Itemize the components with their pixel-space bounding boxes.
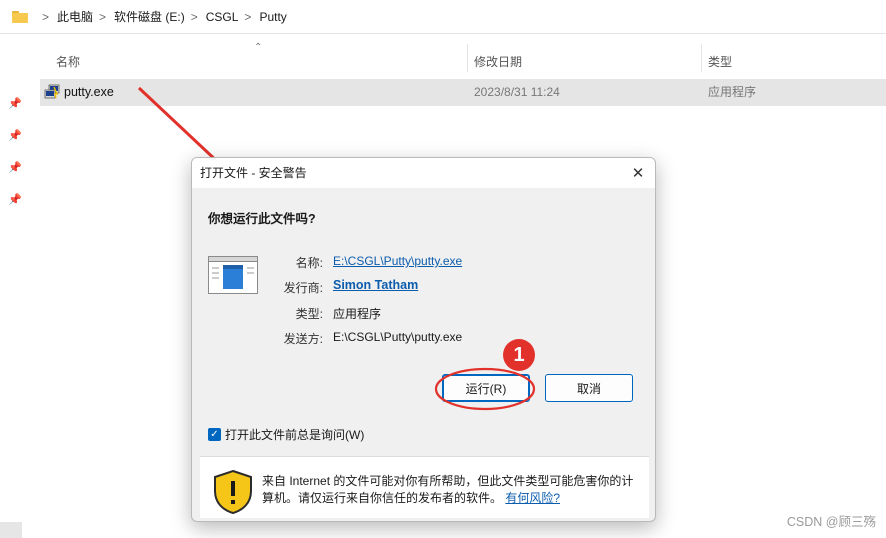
- pin-icon[interactable]: 📌: [8, 98, 22, 110]
- close-icon[interactable]: ✕: [621, 158, 655, 188]
- breadcrumb-this-pc[interactable]: 此电脑: [57, 8, 93, 25]
- always-ask-checkbox-row[interactable]: ✓ 打开此文件前总是询问(W): [208, 426, 364, 443]
- always-ask-label[interactable]: 打开此文件前总是询问(W): [225, 426, 364, 443]
- dialog-titlebar[interactable]: 打开文件 - 安全警告 ✕: [192, 158, 655, 188]
- column-header-type[interactable]: 类型: [708, 44, 732, 78]
- column-divider[interactable]: [701, 44, 702, 72]
- breadcrumb-drive-e[interactable]: 软件磁盘 (E:): [114, 8, 185, 25]
- file-date: 2023/8/31 11:24: [474, 85, 560, 99]
- breadcrumb-chevron-icon: >: [99, 9, 107, 24]
- publisher-label: 发行商:: [283, 281, 323, 295]
- type-label: 类型:: [295, 307, 323, 321]
- column-header-name[interactable]: 名称: [56, 44, 80, 78]
- checkbox-checked-icon[interactable]: ✓: [208, 428, 221, 441]
- pin-icon[interactable]: 📌: [8, 130, 22, 142]
- security-warning-dialog: 打开文件 - 安全警告 ✕ 你想运行此文件吗? 名称: E:\CSGL\Putt…: [191, 157, 656, 522]
- quick-access-strip: 📌 📌 📌 📌: [0, 34, 30, 538]
- from-label: 发送方:: [283, 332, 323, 346]
- file-row-putty[interactable]: putty.exe 2023/8/31 11:24 应用程序: [40, 79, 886, 106]
- type-value: 应用程序: [333, 307, 382, 321]
- column-header-date[interactable]: 修改日期: [474, 44, 522, 78]
- nav-selected-item[interactable]: [0, 522, 22, 538]
- breadcrumb-chevron-icon: >: [244, 9, 252, 24]
- breadcrumb-csgl[interactable]: CSGL: [206, 10, 239, 24]
- name-label: 名称:: [295, 256, 323, 270]
- file-name[interactable]: putty.exe: [64, 79, 114, 106]
- warning-message: 来自 Internet 的文件可能对你有所帮助，但此文件类型可能危害你的计算机。…: [262, 474, 634, 505]
- watermark: CSDN @顾三殇: [786, 515, 876, 529]
- breadcrumb-chevron-icon: >: [190, 9, 198, 24]
- sort-ascending-icon: ⌃: [254, 42, 263, 53]
- column-divider[interactable]: [467, 44, 468, 72]
- run-question: 你想运行此文件吗?: [208, 212, 316, 226]
- file-type: 应用程序: [708, 85, 757, 99]
- publisher-link[interactable]: Simon Tatham: [333, 278, 418, 292]
- warning-panel: 来自 Internet 的文件可能对你有所帮助，但此文件类型可能危害你的计算机。…: [200, 456, 649, 518]
- cancel-button[interactable]: 取消: [545, 374, 633, 402]
- address-bar[interactable]: > 此电脑 > 软件磁盘 (E:) > CSGL > Putty: [0, 0, 886, 34]
- from-value: E:\CSGL\Putty\putty.exe: [333, 330, 463, 344]
- pin-icon[interactable]: 📌: [8, 162, 22, 174]
- folder-icon: [12, 10, 28, 23]
- what-is-the-risk-link[interactable]: 有何风险?: [505, 491, 560, 505]
- name-link[interactable]: E:\CSGL\Putty\putty.exe: [333, 254, 462, 268]
- warning-text: 来自 Internet 的文件可能对你有所帮助，但此文件类型可能危害你的计算机。…: [262, 473, 642, 507]
- breadcrumb-chevron-icon: >: [42, 9, 50, 24]
- annotation-ellipse: [434, 367, 536, 411]
- shield-warning-icon: [214, 469, 252, 515]
- breadcrumb-putty[interactable]: Putty: [259, 10, 286, 24]
- application-window-icon: [208, 256, 258, 294]
- pin-icon[interactable]: 📌: [8, 194, 22, 206]
- dialog-title: 打开文件 - 安全警告: [200, 166, 307, 180]
- annotation-badge: 1: [503, 339, 535, 371]
- putty-app-icon: [44, 84, 60, 99]
